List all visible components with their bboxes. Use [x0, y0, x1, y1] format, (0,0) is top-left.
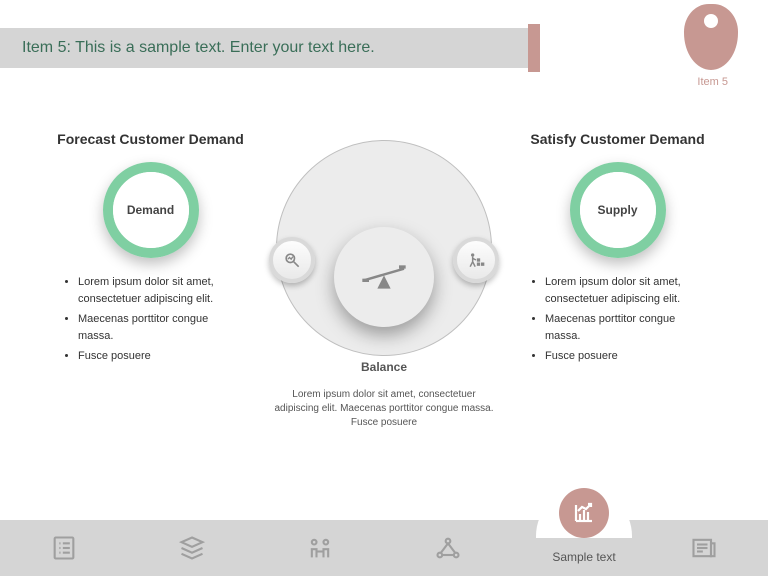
list-item: Lorem ipsum dolor sit amet, consectetuer…	[545, 274, 710, 307]
left-heading: Forecast Customer Demand	[48, 130, 253, 148]
header-bar: Item 5: This is a sample text. Enter you…	[0, 28, 528, 68]
balance-circle	[276, 140, 492, 356]
nav-stack-icon[interactable]	[128, 534, 256, 562]
demand-ring-label: Demand	[113, 172, 189, 248]
header-title: Item 5: This is a sample text. Enter you…	[22, 39, 375, 57]
center-group: Balance Lorem ipsum dolor sit amet, cons…	[269, 140, 499, 430]
nav-active-label: Sample text	[552, 550, 615, 564]
list-item: Lorem ipsum dolor sit amet, consectetuer…	[78, 274, 243, 307]
right-column: Satisfy Customer Demand Supply Lorem ips…	[515, 130, 720, 369]
logistics-icon	[453, 237, 499, 283]
nav-news-icon[interactable]	[640, 534, 768, 562]
content-area: Forecast Customer Demand Demand Lorem ip…	[0, 130, 768, 470]
chart-icon	[559, 488, 609, 538]
list-item: Maecenas porttitor congue massa.	[545, 311, 710, 344]
balance-label: Balance	[269, 360, 499, 374]
nav-meeting-icon[interactable]	[256, 534, 384, 562]
supply-ring: Supply	[570, 162, 666, 258]
analysis-icon	[269, 237, 315, 283]
right-heading: Satisfy Customer Demand	[515, 130, 720, 148]
right-bullets: Lorem ipsum dolor sit amet, consectetuer…	[515, 274, 720, 365]
demand-ring: Demand	[103, 162, 199, 258]
nav-network-icon[interactable]	[384, 534, 512, 562]
header-accent	[528, 24, 540, 72]
list-item: Maecenas porttitor congue massa.	[78, 311, 243, 344]
supply-ring-label: Supply	[580, 172, 656, 248]
left-bullets: Lorem ipsum dolor sit amet, consectetuer…	[48, 274, 253, 365]
item-badge	[684, 4, 738, 70]
left-column: Forecast Customer Demand Demand Lorem ip…	[48, 130, 253, 369]
nav-active-bump[interactable]: Sample text	[514, 492, 654, 576]
nav-checklist-icon[interactable]	[0, 534, 128, 562]
seesaw-icon	[334, 227, 434, 327]
list-item: Fusce posuere	[78, 348, 243, 365]
item-badge-label: Item 5	[697, 76, 728, 88]
list-item: Fusce posuere	[545, 348, 710, 365]
center-description: Lorem ipsum dolor sit amet, consectetuer…	[269, 388, 499, 430]
